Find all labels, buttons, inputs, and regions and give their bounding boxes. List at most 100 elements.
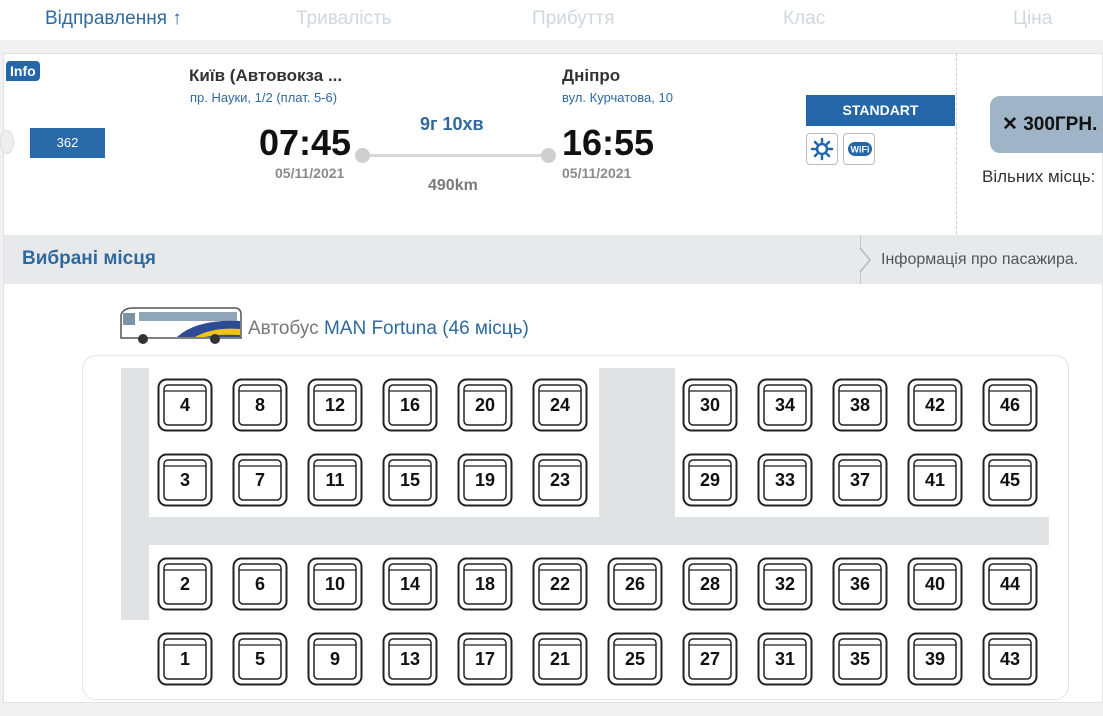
seat-30[interactable]: 30 <box>682 378 738 432</box>
seat-number: 12 <box>324 395 346 415</box>
seat-number: 17 <box>474 649 496 669</box>
seat-22[interactable]: 22 <box>532 557 588 611</box>
seat-42[interactable]: 42 <box>907 378 963 432</box>
seat-5[interactable]: 5 <box>232 632 288 686</box>
seat-number: 44 <box>999 574 1021 594</box>
seat-27[interactable]: 27 <box>682 632 738 686</box>
to-address[interactable]: вул. Курчатова, 10 <box>562 90 673 105</box>
seat-number: 2 <box>179 574 190 594</box>
seat-18[interactable]: 18 <box>457 557 513 611</box>
seat-number: 46 <box>999 395 1021 415</box>
seat-6[interactable]: 6 <box>232 557 288 611</box>
free-seats-label: Вільних місць: <box>982 167 1096 186</box>
seat-26[interactable]: 26 <box>607 557 663 611</box>
seat-11[interactable]: 11 <box>307 453 363 507</box>
seat-number: 38 <box>849 395 871 415</box>
seat-number: 5 <box>254 649 265 669</box>
seat-45[interactable]: 45 <box>982 453 1038 507</box>
seat-3[interactable]: 3 <box>157 453 213 507</box>
seat-35[interactable]: 35 <box>832 632 888 686</box>
seat-8[interactable]: 8 <box>232 378 288 432</box>
price-value: 300ГРН. <box>1023 114 1098 135</box>
seat-number: 41 <box>924 470 946 490</box>
sort-departure[interactable]: Відправлення ↑ <box>45 8 182 30</box>
seat-21[interactable]: 21 <box>532 632 588 686</box>
seat-40[interactable]: 40 <box>907 557 963 611</box>
seat-10[interactable]: 10 <box>307 557 363 611</box>
passenger-info-step[interactable]: Інформація про пасажира. <box>881 251 1078 269</box>
seat-19[interactable]: 19 <box>457 453 513 507</box>
sort-duration[interactable]: Тривалість <box>296 8 392 30</box>
entrance-floor <box>599 368 675 545</box>
seat-28[interactable]: 28 <box>682 557 738 611</box>
bus-model-label: Автобус MAN Fortuna (46 місць) <box>248 318 529 340</box>
seat-number: 33 <box>774 470 796 490</box>
seat-20[interactable]: 20 <box>457 378 513 432</box>
seat-34[interactable]: 34 <box>757 378 813 432</box>
seat-number: 27 <box>699 649 721 669</box>
seat-32[interactable]: 32 <box>757 557 813 611</box>
seat-number: 10 <box>324 574 346 594</box>
seat-1[interactable]: 1 <box>157 632 213 686</box>
seat-number: 26 <box>624 574 646 594</box>
seat-number: 23 <box>549 470 571 490</box>
seat-9[interactable]: 9 <box>307 632 363 686</box>
sort-arrow-up-icon: ↑ <box>172 8 182 29</box>
seat-16[interactable]: 16 <box>382 378 438 432</box>
seat-31[interactable]: 31 <box>757 632 813 686</box>
seat-13[interactable]: 13 <box>382 632 438 686</box>
seat-7[interactable]: 7 <box>232 453 288 507</box>
seat-number: 24 <box>549 395 571 415</box>
info-badge[interactable]: Info <box>6 61 40 81</box>
seat-23[interactable]: 23 <box>532 453 588 507</box>
seat-44[interactable]: 44 <box>982 557 1038 611</box>
seat-number: 8 <box>254 395 265 415</box>
seat-number: 30 <box>699 395 721 415</box>
trip-duration: 9г 10хв <box>420 114 484 134</box>
seat-43[interactable]: 43 <box>982 632 1038 686</box>
seat-14[interactable]: 14 <box>382 557 438 611</box>
seat-2[interactable]: 2 <box>157 557 213 611</box>
seat-number: 32 <box>774 574 796 594</box>
seat-4[interactable]: 4 <box>157 378 213 432</box>
seat-number: 34 <box>774 395 796 415</box>
seat-number: 42 <box>924 395 946 415</box>
sort-class[interactable]: Клас <box>783 8 825 30</box>
trip-distance: 490km <box>428 177 478 194</box>
departure-date: 05/11/2021 <box>275 165 345 181</box>
seat-37[interactable]: 37 <box>832 453 888 507</box>
departure-time: 07:45 <box>259 122 352 163</box>
seat-39[interactable]: 39 <box>907 632 963 686</box>
seat-number: 13 <box>399 649 421 669</box>
seat-12[interactable]: 12 <box>307 378 363 432</box>
seat-number: 22 <box>549 574 571 594</box>
seat-25[interactable]: 25 <box>607 632 663 686</box>
seat-41[interactable]: 41 <box>907 453 963 507</box>
from-address[interactable]: пр. Науки, 1/2 (плат. 5-6) <box>190 90 337 105</box>
seat-33[interactable]: 33 <box>757 453 813 507</box>
seat-number: 39 <box>924 649 946 669</box>
seat-38[interactable]: 38 <box>832 378 888 432</box>
seat-29[interactable]: 29 <box>682 453 738 507</box>
seat-36[interactable]: 36 <box>832 557 888 611</box>
seat-number: 7 <box>254 470 265 490</box>
close-icon: ✕ <box>1002 114 1018 135</box>
seat-number: 35 <box>849 649 871 669</box>
seat-24[interactable]: 24 <box>532 378 588 432</box>
sort-price[interactable]: Ціна <box>1013 8 1052 30</box>
from-city: Київ (Автовокза ... <box>189 66 343 85</box>
price-button[interactable]: ✕ 300ГРН. <box>990 96 1103 153</box>
seat-15[interactable]: 15 <box>382 453 438 507</box>
sort-arrival[interactable]: Прибуття <box>532 8 615 30</box>
seat-17[interactable]: 17 <box>457 632 513 686</box>
sort-departure-label: Відправлення <box>45 8 167 29</box>
seat-number: 20 <box>474 395 496 415</box>
seat-number: 28 <box>699 574 721 594</box>
seat-number: 16 <box>399 395 421 415</box>
seat-46[interactable]: 46 <box>982 378 1038 432</box>
seat-number: 36 <box>849 574 871 594</box>
seat-number: 31 <box>774 649 796 669</box>
route-end-dot <box>541 148 556 163</box>
seat-number: 19 <box>474 470 496 490</box>
seat-number: 14 <box>399 574 421 594</box>
